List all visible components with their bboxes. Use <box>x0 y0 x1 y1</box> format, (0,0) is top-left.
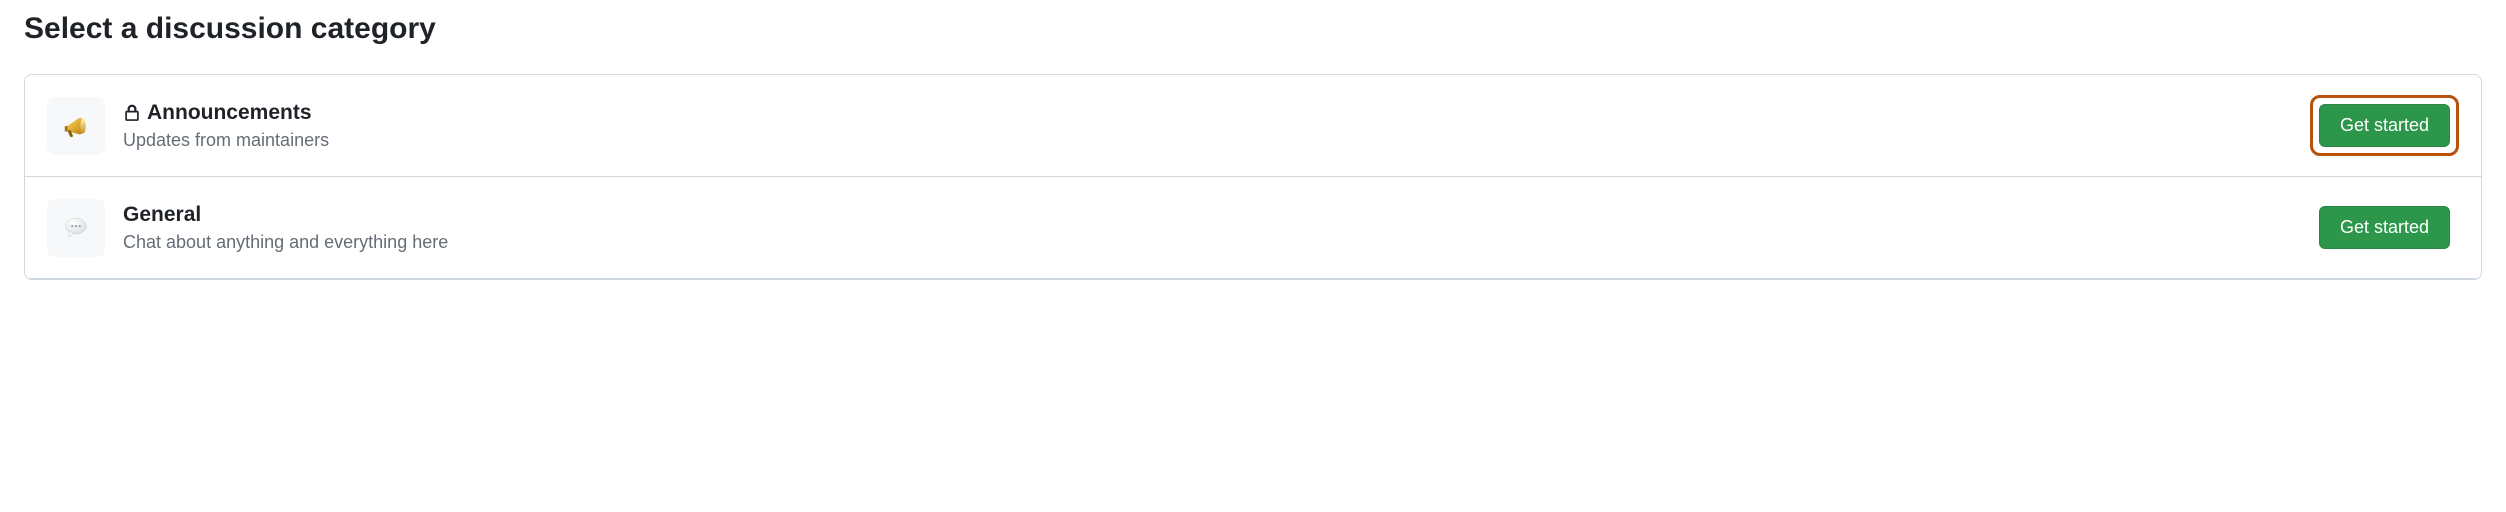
megaphone-icon <box>47 97 105 155</box>
category-title: Announcements <box>147 100 312 126</box>
speech-bubble-icon <box>47 199 105 257</box>
category-title-line: Announcements <box>123 100 2310 126</box>
category-title: General <box>123 202 201 228</box>
category-row-general: General Chat about anything and everythi… <box>25 177 2481 279</box>
highlight-outline: Get started <box>2310 95 2459 156</box>
category-description: Chat about anything and everything here <box>123 232 2310 253</box>
category-title-line: General <box>123 202 2310 228</box>
get-started-button[interactable]: Get started <box>2319 104 2450 147</box>
lock-icon <box>123 104 141 122</box>
category-description: Updates from maintainers <box>123 130 2310 151</box>
category-row-announcements: Announcements Updates from maintainers G… <box>25 75 2481 177</box>
page-title: Select a discussion category <box>24 12 2482 46</box>
get-started-button[interactable]: Get started <box>2319 206 2450 249</box>
category-list: Announcements Updates from maintainers G… <box>24 74 2482 280</box>
